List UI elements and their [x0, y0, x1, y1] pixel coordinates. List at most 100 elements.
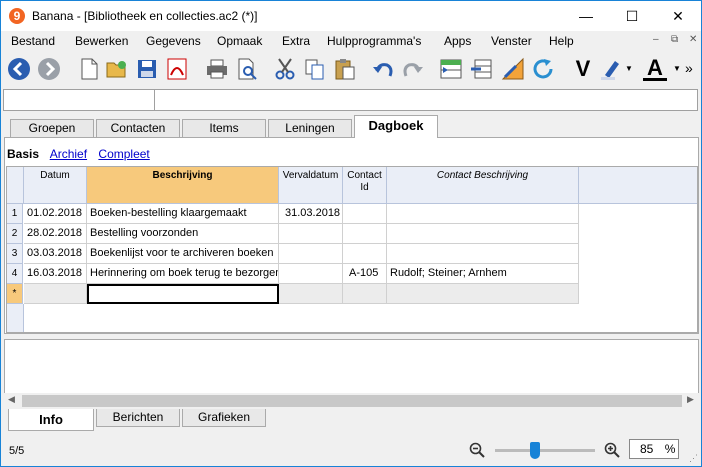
refresh-icon[interactable] [531, 57, 555, 81]
status-bar: 5/5 85 % ⋰ [1, 433, 701, 466]
column-header-contact-beschrijving[interactable]: Contact Beschrijving [387, 167, 579, 204]
scroll-right-icon[interactable]: ▶ [687, 394, 694, 405]
table-cell[interactable]: 01.02.2018 [24, 204, 87, 224]
table-cell[interactable]: A-105 [343, 264, 387, 284]
column-header-beschrijving[interactable]: Beschrijving [87, 167, 279, 204]
data-grid: Datum Beschrijving Vervaldatum Contact I… [6, 166, 698, 333]
row-header[interactable]: 3 [7, 244, 23, 264]
menu-extra[interactable]: Extra [282, 34, 310, 48]
back-icon[interactable] [7, 57, 31, 81]
mdi-minimize-button[interactable]: – [653, 34, 659, 45]
table-cell[interactable] [279, 264, 343, 284]
table-cell[interactable] [343, 224, 387, 244]
cut-icon[interactable] [273, 57, 297, 81]
menu-hulpprogrammas[interactable]: Hulpprogramma's [327, 34, 421, 48]
table-cell[interactable] [24, 284, 87, 304]
zoom-input[interactable]: 85 % [629, 439, 679, 459]
table-cell[interactable] [343, 284, 387, 304]
highlighter-dropdown-icon[interactable]: ▼ [625, 57, 633, 81]
table-cell[interactable]: 16.03.2018 [24, 264, 87, 284]
minimize-button[interactable]: — [563, 1, 609, 31]
row-header[interactable]: 4 [7, 264, 23, 284]
column-header-contact-id[interactable]: Contact Id [343, 167, 387, 204]
menu-apps[interactable]: Apps [444, 34, 471, 48]
tab-items[interactable]: Items [182, 119, 266, 137]
tab-groepen[interactable]: Groepen [10, 119, 94, 137]
delete-row-icon[interactable] [469, 57, 493, 81]
table-cell[interactable]: 31.03.2018 [279, 204, 343, 224]
highlighter-icon[interactable] [599, 57, 623, 81]
row-header[interactable]: 2 [7, 224, 23, 244]
toolbar-overflow-icon[interactable]: » [685, 57, 699, 81]
column-header-datum[interactable]: Datum [24, 167, 87, 204]
copy-icon[interactable] [303, 57, 327, 81]
tab-leningen[interactable]: Leningen [268, 119, 352, 137]
zoom-in-icon[interactable] [604, 442, 620, 458]
table-cell[interactable]: Boekenlijst voor te archiveren boeken [87, 244, 279, 264]
view-compleet[interactable]: Compleet [98, 147, 149, 161]
table-cell[interactable]: Boeken-bestelling klaargemaakt [87, 204, 279, 224]
paste-icon[interactable] [333, 57, 357, 81]
new-row-header[interactable]: * [7, 284, 23, 304]
row-header-filler [7, 304, 24, 332]
zoom-slider-track[interactable] [495, 442, 595, 459]
pdf-icon[interactable] [165, 57, 189, 81]
mdi-close-button[interactable]: ✕ [689, 34, 697, 45]
tab-info[interactable]: Info [8, 409, 94, 431]
insert-row-icon[interactable] [439, 57, 463, 81]
new-file-icon[interactable] [77, 57, 101, 81]
zoom-slider-thumb[interactable] [530, 442, 540, 459]
table-cell[interactable]: Herinnering om boek terug te bezorgen [87, 264, 279, 284]
table-cell[interactable]: 28.02.2018 [24, 224, 87, 244]
table-cell[interactable]: Bestelling voorzonden [87, 224, 279, 244]
table-cell[interactable] [279, 284, 343, 304]
font-color-icon[interactable]: A [643, 57, 667, 81]
redo-icon[interactable] [401, 57, 425, 81]
print-icon[interactable] [205, 57, 229, 81]
menu-opmaak[interactable]: Opmaak [217, 34, 262, 48]
formula-bar[interactable] [3, 89, 698, 111]
menu-gegevens[interactable]: Gegevens [146, 34, 201, 48]
menu-bestand[interactable]: Bestand [11, 34, 55, 48]
mdi-restore-button[interactable]: ⧉ [671, 34, 678, 45]
bold-v-icon[interactable]: V [571, 57, 595, 81]
table-cell[interactable] [387, 284, 579, 304]
table-cell[interactable]: 03.03.2018 [24, 244, 87, 264]
active-cell[interactable] [87, 284, 279, 304]
scroll-left-icon[interactable]: ◀ [8, 394, 15, 405]
table-cell[interactable] [387, 244, 579, 264]
title-bar: 9 Banana - [Bibliotheek en collecties.ac… [1, 1, 701, 31]
view-basis[interactable]: Basis [7, 147, 39, 161]
table-cell[interactable] [279, 224, 343, 244]
maximize-button[interactable]: ☐ [609, 1, 655, 31]
view-archief[interactable]: Archief [50, 147, 87, 161]
row-header[interactable]: 1 [7, 204, 23, 224]
print-preview-icon[interactable] [235, 57, 259, 81]
scroll-thumb[interactable] [22, 395, 682, 407]
table-cell[interactable]: Rudolf; Steiner; Arnhem [387, 264, 579, 284]
table-cell[interactable] [387, 204, 579, 224]
open-folder-icon[interactable] [105, 57, 129, 81]
column-header-vervaldatum[interactable]: Vervaldatum [279, 167, 343, 204]
save-icon[interactable] [135, 57, 159, 81]
horizontal-scrollbar[interactable]: ◀ ▶ [4, 393, 699, 409]
tab-grafieken[interactable]: Grafieken [182, 409, 266, 427]
table-cell[interactable] [343, 244, 387, 264]
table-cell[interactable] [343, 204, 387, 224]
zoom-out-icon[interactable] [469, 442, 485, 458]
forward-icon[interactable] [37, 57, 61, 81]
font-color-dropdown-icon[interactable]: ▼ [673, 57, 681, 81]
menu-bewerken[interactable]: Bewerken [75, 34, 128, 48]
app-window: 9 Banana - [Bibliotheek en collecties.ac… [0, 0, 702, 467]
resize-grip-icon[interactable]: ⋰ [689, 453, 698, 464]
menu-help[interactable]: Help [549, 34, 574, 48]
tab-berichten[interactable]: Berichten [96, 409, 180, 427]
menu-venster[interactable]: Venster [491, 34, 532, 48]
undo-icon[interactable] [371, 57, 395, 81]
table-cell[interactable] [279, 244, 343, 264]
edit-ruler-icon[interactable] [501, 57, 525, 81]
close-button[interactable]: ✕ [655, 1, 701, 31]
tab-contacten[interactable]: Contacten [96, 119, 180, 137]
tab-dagboek[interactable]: Dagboek [354, 115, 438, 138]
table-cell[interactable] [387, 224, 579, 244]
